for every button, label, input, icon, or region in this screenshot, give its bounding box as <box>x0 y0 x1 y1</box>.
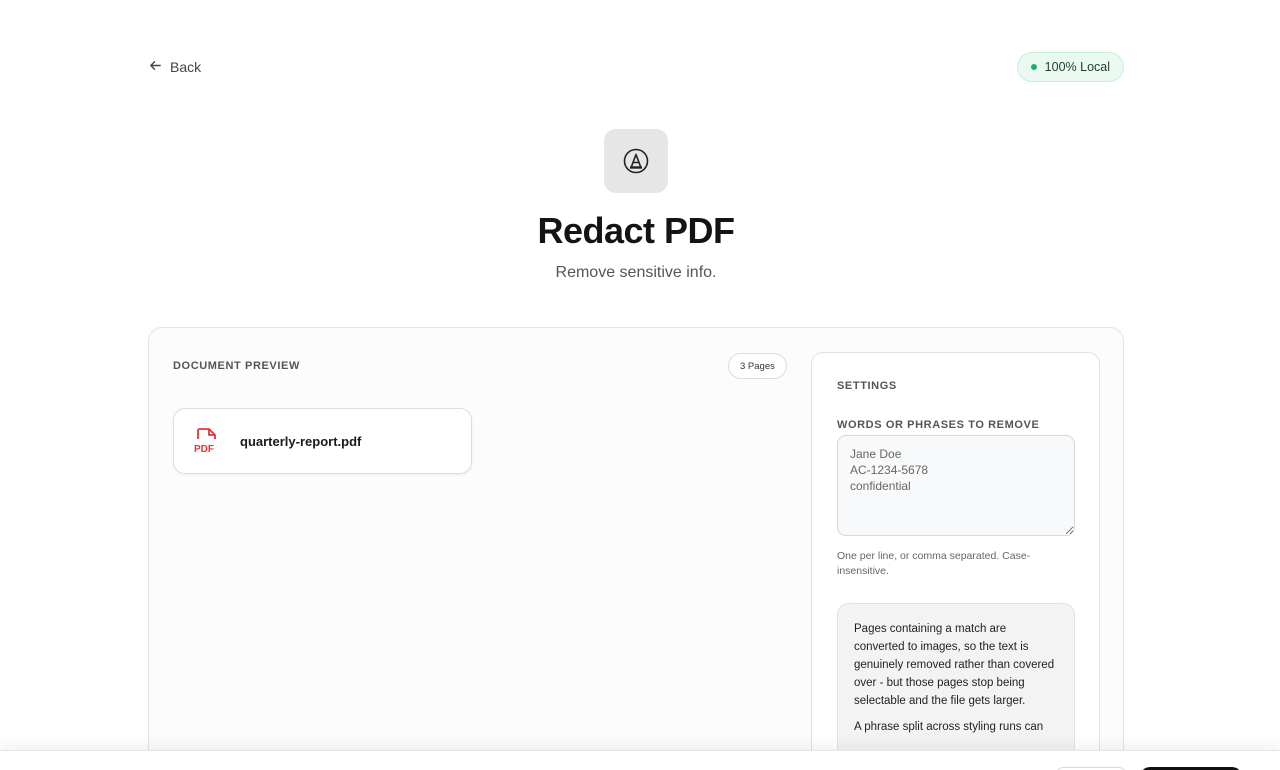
page-title: Redact PDF <box>537 210 735 251</box>
pdf-file-icon: PDF <box>194 427 220 455</box>
settings-title: Settings <box>837 380 897 392</box>
local-status-badge: 100% Local <box>1016 52 1124 82</box>
words-hint: One per line, or comma separated. Case-i… <box>837 550 1031 577</box>
note-paragraph: A phrase split across styling runs can <box>854 721 1044 733</box>
file-card[interactable]: PDF quarterly-report.pdf <box>173 408 472 474</box>
local-badge-label: 100% Local <box>1044 60 1110 74</box>
redact-tool-icon <box>604 129 668 193</box>
status-dot-icon <box>1030 64 1037 70</box>
words-to-remove-label: Words or phrases to remove <box>837 419 1040 431</box>
note-paragraph: Pages containing a match are converted t… <box>854 623 1055 707</box>
page-subtitle: Remove sensitive info. <box>555 264 717 281</box>
document-preview-label: Document Preview <box>173 360 300 372</box>
tool-panel: Document Preview 3 Pages PDF quarterly-r… <box>148 327 1124 770</box>
back-label: Back <box>170 59 202 75</box>
back-button[interactable]: Back <box>148 58 201 76</box>
arrow-left-icon <box>148 58 163 76</box>
redaction-info-note: Pages containing a match are converted t… <box>837 603 1075 770</box>
redact-a-icon <box>623 148 649 174</box>
svg-text:PDF: PDF <box>194 444 214 455</box>
words-to-remove-input[interactable]: Jane Doe AC-1234-5678 confidential <box>837 435 1075 536</box>
settings-panel: Settings Words or phrases to remove Jane… <box>811 352 1100 770</box>
top-bar: Back 100% Local <box>148 52 1124 82</box>
file-name: quarterly-report.pdf <box>240 433 362 449</box>
page-count-badge: 3 Pages <box>728 353 787 379</box>
